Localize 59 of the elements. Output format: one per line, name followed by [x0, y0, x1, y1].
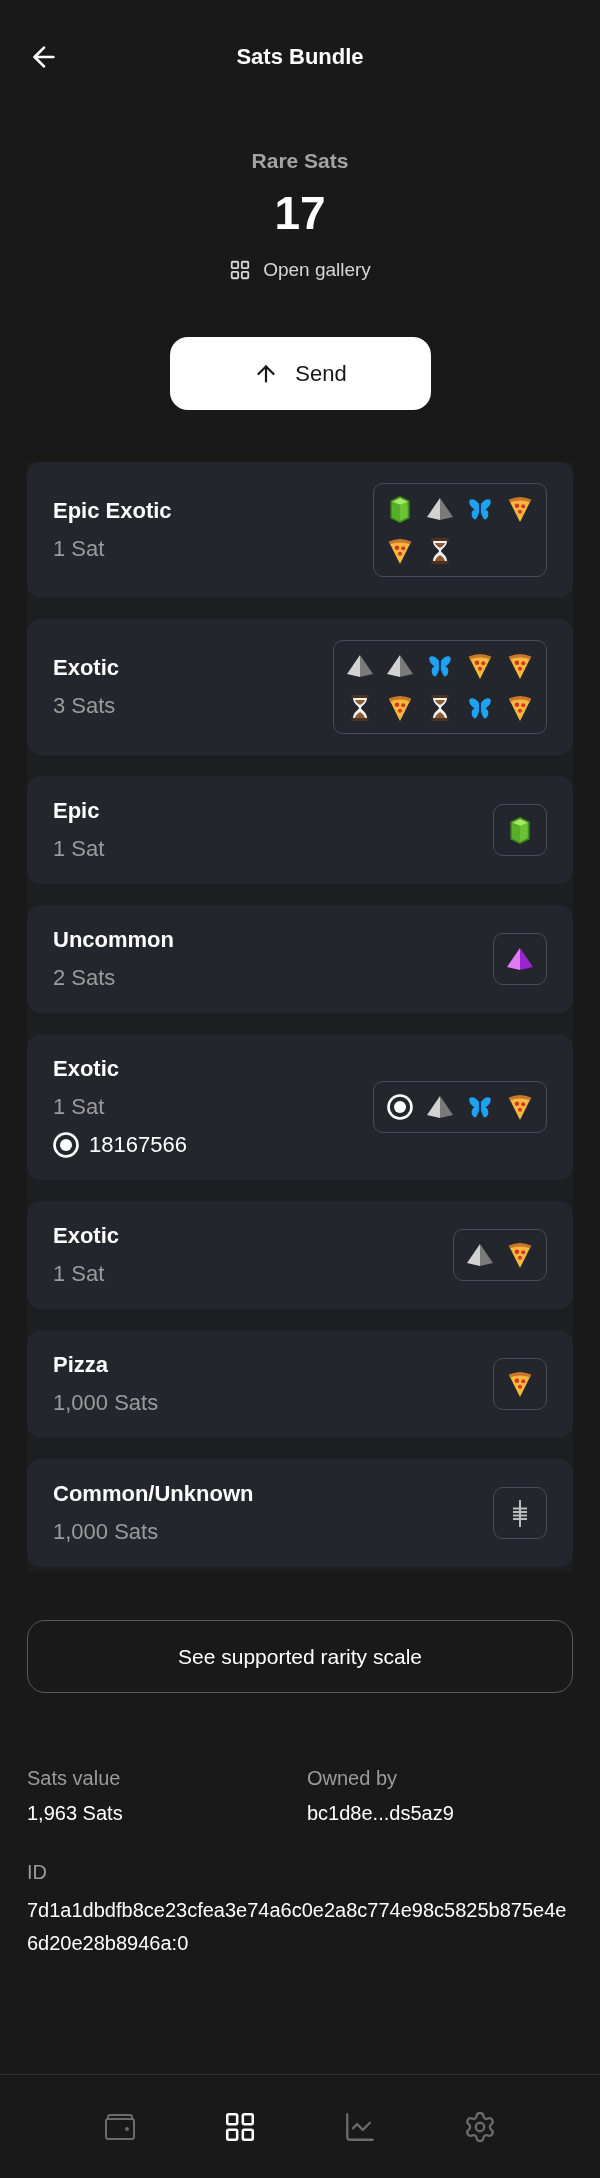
pyramid-icon [427, 498, 453, 520]
butterfly-icon [468, 497, 492, 521]
pyramid-icon [427, 1096, 453, 1118]
pizza-icon [468, 653, 492, 679]
pizza-icon [508, 695, 532, 721]
rare-sats-label: Rare Sats [251, 148, 349, 174]
grid-icon [229, 259, 252, 281]
sat-count: 1,000 Sats [53, 1389, 159, 1417]
detail-value: 1,963 Sats [27, 1801, 124, 1826]
rarity-title: Pizza [53, 1351, 110, 1379]
pizza-icon [508, 1371, 532, 1397]
pizza-icon [388, 538, 412, 564]
rarity-title: Common/Unknown [53, 1480, 254, 1508]
settings-icon [463, 2109, 497, 2144]
hourglass-icon [431, 695, 449, 721]
butterfly-icon [428, 654, 452, 678]
id-value: 7d1a1dbdfb8ce23cfea3e74a6c0e2a8c774e98c5825b875e4e6d20e28b8946a:0 [27, 1898, 568, 1956]
pizza-icon [508, 653, 532, 679]
pyramid-icon [387, 655, 413, 677]
sat-count: 1 Sat [53, 1093, 106, 1121]
rarity-title: Uncommon [53, 926, 174, 954]
page-title: Sats Bundle [236, 43, 364, 71]
rarity-title: Epic Exotic [53, 497, 172, 525]
id-label: ID [27, 1860, 48, 1885]
wallet-icon [104, 2112, 136, 2141]
rarity-title: Exotic [53, 1222, 120, 1250]
sat-count: 2 Sats [53, 964, 117, 992]
butterfly-icon [468, 696, 492, 720]
pizza-icon [388, 695, 412, 721]
sat-number: 18167566 [89, 1131, 187, 1159]
ring-dot-icon [53, 1132, 79, 1158]
ring-dot-icon [387, 1094, 413, 1120]
detail-label: Owned by [307, 1766, 399, 1791]
pizza-icon [508, 1094, 532, 1120]
rarity-title: Exotic [53, 1055, 121, 1083]
pyramid-icon [507, 948, 533, 970]
hourglass-icon [351, 695, 369, 721]
detail-value: bc1d8e...ds5az9 [307, 1801, 455, 1826]
sat-count: 1 Sat [53, 535, 106, 563]
hourglass-icon [431, 538, 449, 564]
sat-count: 1,000 Sats [53, 1518, 160, 1546]
pizza-icon [508, 496, 532, 522]
gem-icon [510, 816, 530, 844]
open-gallery-link[interactable]: Open gallery [229, 257, 371, 283]
pyramid-icon [347, 655, 373, 677]
pyramid-icon [467, 1244, 493, 1266]
send-button[interactable]: Send [169, 337, 431, 410]
rare-sats-count: 17 [274, 187, 326, 239]
rarity-scale-button[interactable]: See supported rarity scale [27, 1620, 573, 1693]
rarity-title: Epic [53, 797, 101, 825]
detail-label: Sats value [27, 1766, 122, 1791]
line-stack-icon [512, 1499, 528, 1527]
sat-count: 3 Sats [53, 692, 117, 720]
sat-count: 1 Sat [53, 1260, 106, 1288]
butterfly-icon [468, 1095, 492, 1119]
rarity-title: Exotic [53, 654, 120, 682]
sat-count: 1 Sat [53, 835, 105, 863]
gem-icon [390, 495, 410, 523]
pizza-icon [508, 1242, 532, 1268]
